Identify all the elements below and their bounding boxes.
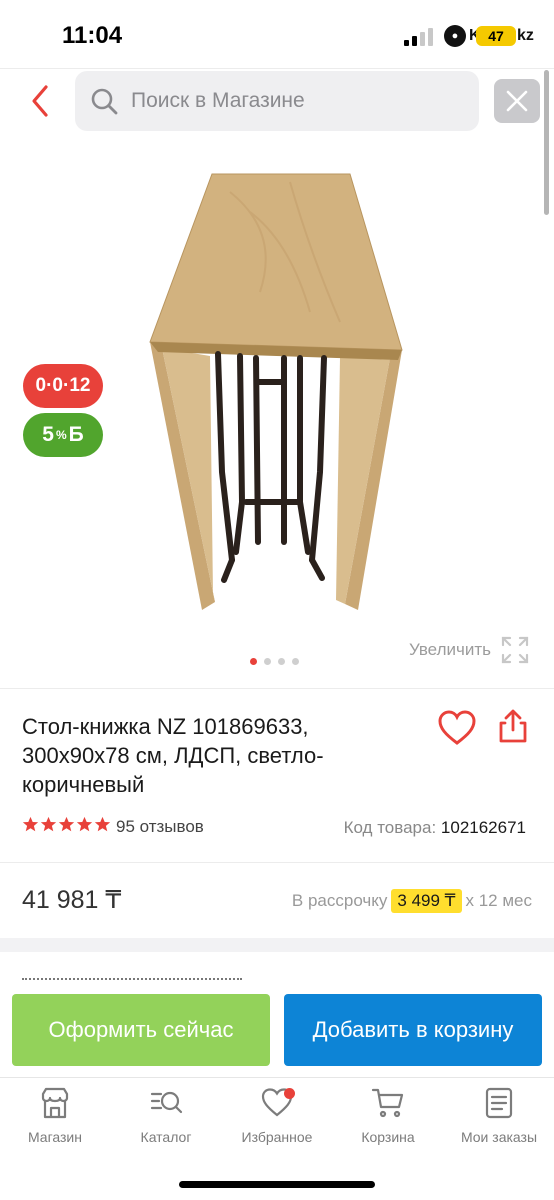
tab-label: Каталог (140, 1129, 192, 1145)
section-separator (0, 938, 554, 952)
tab-label: Корзина (361, 1129, 415, 1145)
installment-suffix: х 12 мес (465, 891, 533, 910)
divider (0, 68, 554, 69)
reviews-link[interactable]: 95 отзывов (116, 817, 204, 837)
chevron-left-icon (32, 85, 48, 117)
search-icon (91, 88, 118, 115)
battery-icon: 47 (476, 26, 516, 46)
carousel-dot[interactable] (250, 658, 257, 665)
star-icon (58, 816, 75, 832)
installment-amount: 3 499 ₸ (391, 889, 462, 913)
zoom-label: Увеличить (409, 640, 491, 659)
search-placeholder: Поиск в Магазине (131, 89, 305, 112)
star-icon (40, 816, 57, 832)
rating-stars (22, 816, 111, 833)
sku-label: Код товара: (343, 818, 437, 837)
favorite-button[interactable] (437, 710, 477, 746)
store-icon (41, 1087, 69, 1119)
tab-bar: Магазин Каталог Избранное Корзина Мои за… (0, 1086, 554, 1150)
star-icon (76, 816, 93, 832)
divider (0, 1077, 554, 1078)
star-icon (22, 816, 39, 832)
tab-cart[interactable]: Корзина (333, 1086, 443, 1145)
incognito-icon: ● (444, 25, 466, 47)
sku: Код товара: 102162671 (344, 818, 526, 838)
product-price: 41 981 ₸ (22, 886, 122, 914)
signal-icon (404, 28, 434, 46)
heart-icon (438, 710, 476, 745)
tab-catalog[interactable]: Каталог (111, 1086, 221, 1145)
orders-icon (485, 1087, 513, 1119)
tab-label: Избранное (241, 1129, 313, 1145)
cart-icon (371, 1088, 404, 1118)
scrollbar[interactable] (544, 70, 549, 215)
add-to-cart-button[interactable]: Добавить в корзину (284, 994, 542, 1066)
bonus-symbol: Б (68, 423, 84, 446)
tab-favorites[interactable]: Избранное (222, 1086, 332, 1145)
installment-prefix: В рассрочку (291, 891, 388, 910)
installment-badge: 0·0·12 (23, 364, 103, 408)
close-icon (506, 90, 528, 112)
divider (0, 688, 554, 689)
clipped-text-line (22, 974, 252, 984)
tab-store[interactable]: Магазин (0, 1086, 110, 1145)
back-button[interactable] (26, 84, 56, 118)
product-title: Стол-книжка NZ 101869633, 300x90x78 см, … (22, 714, 324, 797)
carousel-dot[interactable] (264, 658, 271, 665)
bonus-badge: 5% Б (23, 413, 103, 457)
share-icon (499, 709, 527, 743)
sku-value: 102162671 (440, 818, 526, 837)
expand-icon (501, 636, 529, 664)
installment-info: В рассрочку 3 499 ₸ х 12 мес (292, 889, 532, 913)
close-button[interactable] (494, 79, 540, 123)
star-icon (94, 816, 111, 832)
carousel-dots[interactable] (250, 658, 299, 665)
search-input[interactable]: Поиск в Магазине (75, 71, 479, 131)
notification-dot (284, 1088, 295, 1099)
product-image[interactable] (140, 172, 410, 614)
status-time: 11:04 (62, 22, 123, 49)
bonus-percent: 5 (42, 423, 54, 446)
zoom-button[interactable]: Увеличить (409, 636, 529, 664)
share-button[interactable] (496, 708, 530, 744)
tab-label: Мои заказы (460, 1129, 538, 1145)
buy-now-button[interactable]: Оформить сейчас (12, 994, 270, 1066)
tab-label: Магазин (27, 1129, 82, 1145)
home-indicator (179, 1181, 375, 1188)
carousel-dot[interactable] (278, 658, 285, 665)
battery-level: 47 (488, 28, 504, 44)
divider (0, 862, 554, 863)
carousel-dot[interactable] (292, 658, 299, 665)
catalog-search-icon (150, 1091, 183, 1114)
status-bar: 11:04 ● Kaspi.kz 47 (0, 0, 554, 66)
tab-orders[interactable]: Мои заказы (444, 1086, 554, 1145)
